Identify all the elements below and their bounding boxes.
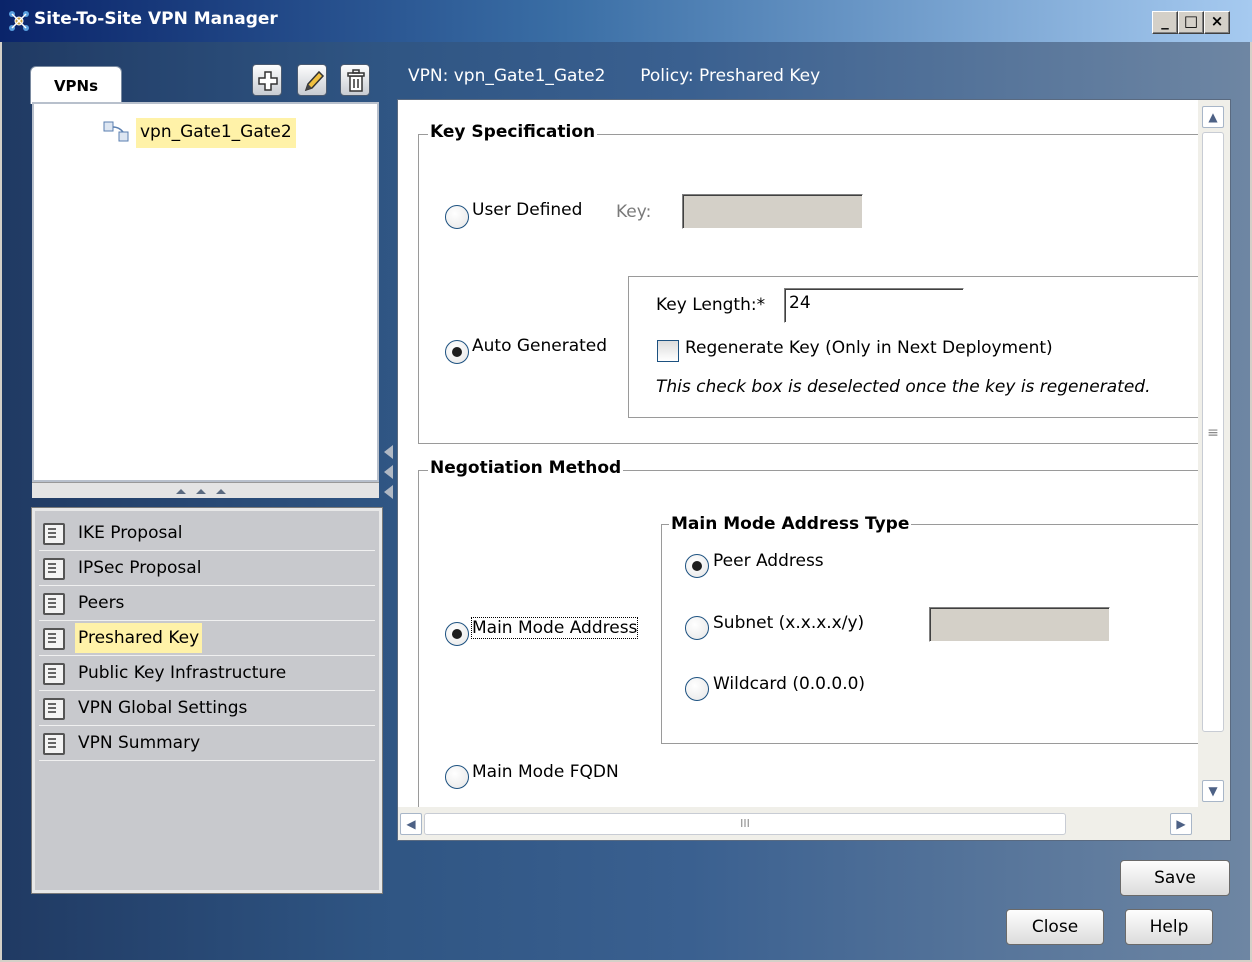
user-defined-radio[interactable]	[445, 205, 469, 229]
document-icon	[43, 698, 65, 720]
horizontal-scroll-thumb[interactable]: III	[424, 813, 1066, 835]
scroll-right-button[interactable]: ▶	[1170, 813, 1192, 835]
panel-splitter[interactable]	[32, 482, 379, 498]
nav-item-ipsec-proposal[interactable]: IPSec Proposal	[39, 551, 375, 586]
vertical-scrollbar[interactable]: ▲ ≡ ▼	[1198, 100, 1230, 807]
nav-item-label: Peers	[78, 593, 125, 613]
close-window-button[interactable]: ×	[1204, 11, 1230, 34]
policy-name-text: Policy: Preshared Key	[640, 66, 821, 86]
add-vpn-button[interactable]	[252, 64, 282, 96]
delete-trash-icon	[347, 69, 365, 92]
auto-generated-label: Auto Generated	[472, 336, 608, 356]
main-mode-fqdn-label: Main Mode FQDN	[472, 762, 619, 782]
auto-generated-radio[interactable]	[445, 340, 469, 364]
scroll-left-button[interactable]: ◀	[400, 813, 422, 835]
nav-item-label: VPN Summary	[78, 733, 201, 753]
wildcard-label: Wildcard (0.0.0.0)	[713, 674, 866, 694]
add-icon	[258, 71, 278, 91]
app-network-icon	[9, 11, 29, 31]
wildcard-radio[interactable]	[685, 677, 709, 701]
document-icon	[43, 593, 65, 615]
edit-vpn-button[interactable]	[297, 64, 327, 96]
subnet-input[interactable]	[929, 607, 1110, 642]
key-specification-legend: Key Specification	[428, 122, 598, 142]
document-icon	[43, 523, 65, 545]
peer-address-label: Peer Address	[713, 551, 824, 571]
nav-item-preshared-key[interactable]: Preshared Key	[39, 621, 375, 656]
tree-item-label: vpn_Gate1_Gate2	[136, 118, 296, 148]
close-button[interactable]: Close	[1006, 909, 1104, 945]
scroll-up-button[interactable]: ▲	[1202, 106, 1224, 128]
help-button[interactable]: Help	[1125, 909, 1213, 945]
nav-item-label: Preshared Key	[75, 623, 203, 653]
subnet-radio[interactable]	[685, 616, 709, 640]
vertical-scroll-thumb[interactable]: ≡	[1202, 132, 1224, 732]
window-title: Site-To-Site VPN Manager	[34, 9, 278, 29]
horizontal-scrollbar[interactable]: ◀ III ▶	[398, 807, 1230, 840]
collapse-left-icon[interactable]	[384, 465, 393, 479]
preshared-key-form: Key Specification User Defined Key: Auto…	[397, 99, 1231, 841]
key-length-label: Key Length:*	[656, 295, 766, 315]
regenerate-key-checkbox[interactable]	[657, 340, 679, 362]
nav-item-vpn-global-settings[interactable]: VPN Global Settings	[39, 691, 375, 726]
main-mode-address-type-legend: Main Mode Address Type	[669, 514, 912, 534]
negotiation-method-legend: Negotiation Method	[428, 458, 624, 478]
regenerate-key-label: Regenerate Key (Only in Next Deployment)	[685, 338, 1053, 358]
save-button[interactable]: Save	[1120, 860, 1230, 896]
vpn-tree[interactable]: vpn_Gate1_Gate2	[32, 102, 379, 482]
nav-item-label: VPN Global Settings	[78, 698, 248, 718]
document-icon	[43, 558, 65, 580]
policy-header: VPN: vpn_Gate1_Gate2 Policy: Preshared K…	[408, 66, 820, 86]
vpn-name-text: VPN: vpn_Gate1_Gate2	[408, 66, 606, 86]
regenerate-note: This check box is deselected once the ke…	[656, 377, 1151, 397]
edit-pencil-icon	[304, 70, 325, 92]
nav-item-peers[interactable]: Peers	[39, 586, 375, 621]
peer-address-radio[interactable]	[685, 554, 709, 578]
nav-item-ike-proposal[interactable]: IKE Proposal	[39, 516, 375, 551]
main-mode-address-radio[interactable]	[445, 622, 469, 646]
nav-item-vpn-summary[interactable]: VPN Summary	[39, 726, 375, 761]
minimize-button[interactable]: _	[1152, 11, 1178, 34]
user-defined-label: User Defined	[472, 200, 583, 220]
subnet-label: Subnet (x.x.x.x/y)	[713, 613, 865, 633]
document-icon	[43, 663, 65, 685]
key-label: Key:	[616, 202, 652, 222]
splitter-grip-icon	[176, 489, 226, 494]
key-input[interactable]	[682, 194, 863, 229]
nav-item-label: IKE Proposal	[78, 523, 183, 543]
main-mode-fqdn-radio[interactable]	[445, 765, 469, 789]
vpn-tunnel-icon	[103, 121, 129, 142]
nav-item-label: Public Key Infrastructure	[78, 663, 287, 683]
nav-item-label: IPSec Proposal	[78, 558, 202, 578]
policy-nav-list: IKE Proposal IPSec Proposal Peers Presha…	[32, 508, 382, 893]
delete-vpn-button[interactable]	[340, 64, 370, 96]
document-icon	[43, 628, 65, 650]
maximize-button[interactable]: □	[1178, 11, 1204, 34]
key-length-input[interactable]: 24	[784, 288, 964, 323]
document-icon	[43, 733, 65, 755]
tab-vpns[interactable]: VPNs	[30, 66, 122, 104]
title-bar[interactable]: Site-To-Site VPN Manager _ □ ×	[0, 0, 1252, 42]
collapse-left-icon[interactable]	[384, 485, 393, 499]
nav-item-public-key-infrastructure[interactable]: Public Key Infrastructure	[39, 656, 375, 691]
collapse-left-icon[interactable]	[384, 445, 393, 459]
main-mode-address-label: Main Mode Address	[470, 617, 639, 639]
scroll-down-button[interactable]: ▼	[1202, 780, 1224, 802]
